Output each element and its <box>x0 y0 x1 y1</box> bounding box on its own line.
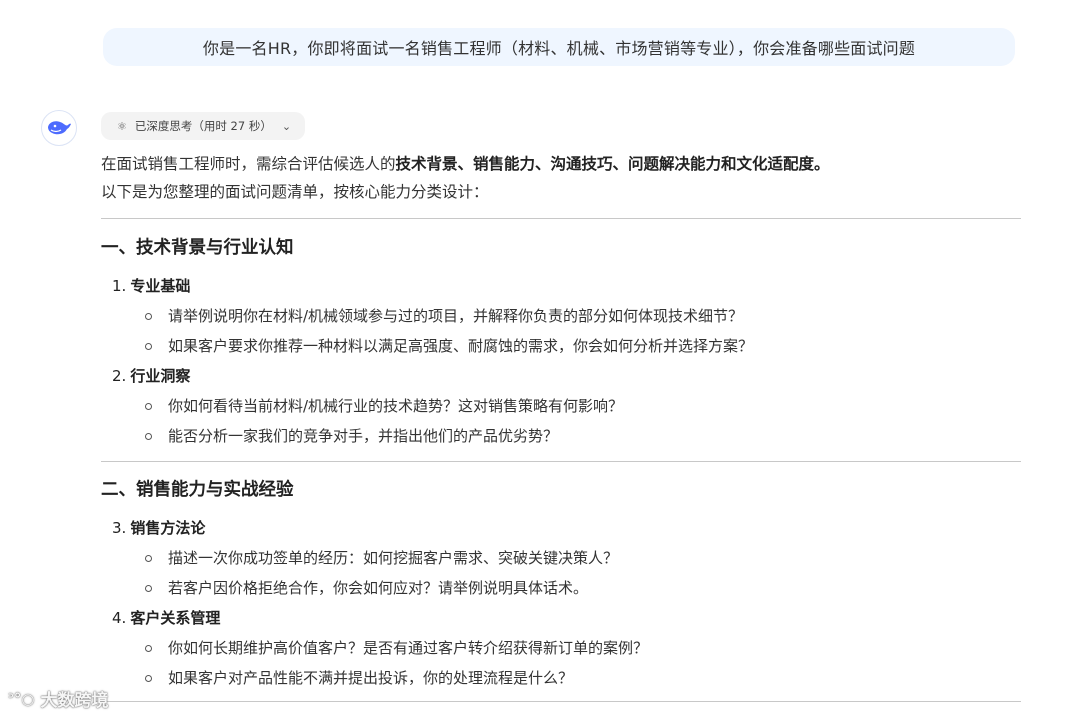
list-item: 如果客户要求你推荐一种材料以满足高强度、耐腐蚀的需求，你会如何分析并选择方案？ <box>101 335 1021 357</box>
list-item-text: 你如何长期维护高价值客户？是否有通过客户转介绍获得新订单的案例？ <box>168 639 649 657</box>
intro-line-2: 以下是为您整理的面试问题清单，按核心能力分类设计： <box>101 183 489 201</box>
watermark: ᐣ°○ 大数跨境 <box>8 686 109 712</box>
chevron-down-icon: ⌄ <box>281 119 292 133</box>
watermark-logo-icon: ᐣ°○ <box>8 689 35 708</box>
subsection-title: 1. 专业基础 <box>101 275 1021 297</box>
list-item-text: 如果客户对产品性能不满并提出投诉，你的处理流程是什么？ <box>168 669 574 687</box>
list-item-text: 如果客户要求你推荐一种材料以满足高强度、耐腐蚀的需求，你会如何分析并选择方案？ <box>168 337 754 355</box>
section-title: 一、技术背景与行业认知 <box>101 238 294 258</box>
user-message-bubble: 你是一名HR，你即将面试一名销售工程师（材料、机械、市场营销等专业），你会准备哪… <box>103 28 1015 66</box>
subsection-label: 行业洞察 <box>130 367 191 385</box>
assistant-answer: 在面试销售工程师时，需综合评估候选人的技术背景、销售能力、沟通技巧、问题解决能力… <box>101 150 1021 702</box>
list-item: 描述一次你成功签单的经历：如何挖掘客户需求、突破关键决策人？ <box>101 547 1021 569</box>
intro-line-1: 在面试销售工程师时，需综合评估候选人的技术背景、销售能力、沟通技巧、问题解决能力… <box>101 150 1021 178</box>
divider <box>101 218 1021 219</box>
list-item-text: 能否分析一家我们的竞争对手，并指出他们的产品优劣势？ <box>168 427 559 445</box>
subsection-number: 2. <box>112 367 127 385</box>
list-item-text: 你如何看待当前材料/机械行业的技术趋势？这对销售策略有何影响？ <box>168 397 624 415</box>
divider <box>101 461 1021 462</box>
deep-thinking-label: 已深度思考（用时 27 秒） <box>134 119 272 133</box>
subsection-title: 4. 客户关系管理 <box>101 607 1021 629</box>
user-message-text: 你是一名HR，你即将面试一名销售工程师（材料、机械、市场营销等专业），你会准备哪… <box>202 39 916 58</box>
list-item-text: 若客户因价格拒绝合作，你会如何应对？请举例说明具体话术。 <box>168 579 589 597</box>
whale-logo-icon <box>48 121 71 135</box>
list-item: 如果客户对产品性能不满并提出投诉，你的处理流程是什么？ <box>101 667 1021 689</box>
subsection-title: 2. 行业洞察 <box>101 365 1021 387</box>
deep-thinking-toggle[interactable]: ⚛ 已深度思考（用时 27 秒） ⌄ <box>101 112 306 140</box>
list-item: 你如何长期维护高价值客户？是否有通过客户转介绍获得新订单的案例？ <box>101 637 1021 659</box>
section-title: 二、销售能力与实战经验 <box>101 480 294 500</box>
intro-bold-text: 技术背景、销售能力、沟通技巧、问题解决能力和文化适配度。 <box>395 155 830 173</box>
list-item-text: 请举例说明你在材料/机械领域参与过的项目，并解释你负责的部分如何体现技术细节？ <box>168 307 744 325</box>
list-item: 能否分析一家我们的竞争对手，并指出他们的产品优劣势？ <box>101 425 1021 447</box>
subsection-label: 销售方法论 <box>130 519 206 537</box>
atom-icon: ⚛ <box>117 119 127 133</box>
chat-page: 你是一名HR，你即将面试一名销售工程师（材料、机械、市场营销等专业），你会准备哪… <box>0 0 1080 721</box>
list-item-text: 描述一次你成功签单的经历：如何挖掘客户需求、突破关键决策人？ <box>168 549 619 567</box>
subsection-number: 1. <box>112 277 127 295</box>
intro-text: 在面试销售工程师时，需综合评估候选人的 <box>101 155 396 173</box>
assistant-avatar <box>41 110 77 146</box>
list-item: 你如何看待当前材料/机械行业的技术趋势？这对销售策略有何影响？ <box>101 395 1021 417</box>
list-item: 请举例说明你在材料/机械领域参与过的项目，并解释你负责的部分如何体现技术细节？ <box>101 305 1021 327</box>
subsection-label: 专业基础 <box>130 277 191 295</box>
list-item: 若客户因价格拒绝合作，你会如何应对？请举例说明具体话术。 <box>101 577 1021 599</box>
divider <box>101 701 1021 702</box>
answer-intro: 在面试销售工程师时，需综合评估候选人的技术背景、销售能力、沟通技巧、问题解决能力… <box>101 150 1021 206</box>
subsection-number: 4. <box>112 609 127 627</box>
subsection-title: 3. 销售方法论 <box>101 517 1021 539</box>
subsection-label: 客户关系管理 <box>130 609 221 627</box>
subsection-number: 3. <box>112 519 127 537</box>
watermark-text: 大数跨境 <box>40 691 109 711</box>
